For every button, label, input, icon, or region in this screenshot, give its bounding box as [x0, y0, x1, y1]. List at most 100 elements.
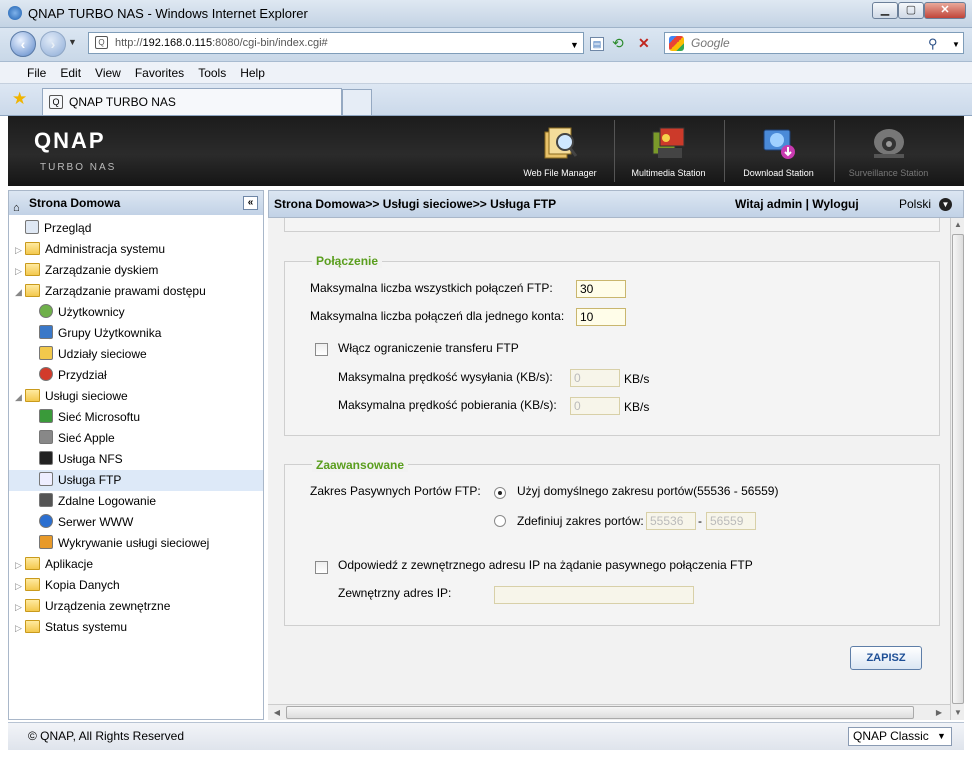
language-selector[interactable]: Polski: [899, 191, 931, 217]
scroll-up-icon[interactable]: ▲: [951, 218, 965, 232]
download-station-button[interactable]: Download Station: [724, 120, 832, 182]
sidebar-item[interactable]: Udziały sieciowe: [9, 344, 263, 365]
web-file-manager-label: Web File Manager: [523, 168, 597, 178]
menu-help[interactable]: Help: [233, 62, 272, 80]
folder-icon: [25, 599, 40, 612]
url-dropdown-icon[interactable]: ▼: [570, 40, 579, 50]
url-field[interactable]: Q http://192.168.0.115:8080/cgi-bin/inde…: [88, 32, 584, 54]
save-button[interactable]: ZAPISZ: [850, 646, 922, 670]
search-icon[interactable]: ⚲: [928, 36, 938, 52]
transfer-limit-label: Włącz ograniczenie transferu FTP: [338, 341, 519, 355]
expand-toggle-icon[interactable]: ▷: [15, 555, 25, 576]
sidebar-item[interactable]: ▷ Aplikacje: [9, 554, 263, 575]
sidebar-item[interactable]: ▷ Urządzenia zewnętrzne: [9, 596, 263, 617]
favorites-star-icon[interactable]: ★: [12, 89, 27, 109]
close-button[interactable]: ✕: [924, 2, 966, 19]
sidebar-item-label: Przydział: [58, 368, 107, 382]
vertical-scrollbar[interactable]: ▲ ▼: [950, 218, 964, 720]
sidebar-item[interactable]: Serwer WWW: [9, 512, 263, 533]
custom-port-range-radio[interactable]: [494, 515, 506, 527]
forward-button[interactable]: ›: [40, 31, 66, 57]
sidebar-item[interactable]: Przydział: [9, 365, 263, 386]
back-button[interactable]: ‹: [10, 31, 36, 57]
menu-file[interactable]: File: [20, 62, 53, 80]
folder-icon: [25, 242, 40, 255]
collapse-sidebar-button[interactable]: «: [243, 196, 258, 210]
ftp-icon: [39, 472, 53, 486]
sidebar-item[interactable]: Wykrywanie usługi sieciowej: [9, 533, 263, 554]
surveillance-station-label: Surveillance Station: [848, 168, 929, 178]
default-port-range-label: Użyj domyślnego zakresu portów(55536 - 5…: [517, 484, 779, 498]
sidebar-item[interactable]: Sieć Apple: [9, 428, 263, 449]
expand-toggle-icon[interactable]: ▷: [15, 597, 25, 618]
expand-toggle-icon[interactable]: ▷: [15, 240, 25, 261]
external-ip-response-label: Odpowiedź z zewnętrznego adresu IP na żą…: [338, 558, 753, 572]
sidebar-item[interactable]: ◢ Zarządzanie prawami dostępu: [9, 281, 263, 302]
transfer-limit-checkbox[interactable]: [315, 343, 328, 356]
browser-tab[interactable]: Q QNAP TURBO NAS: [42, 88, 342, 115]
expand-toggle-icon[interactable]: ▷: [15, 618, 25, 639]
multimedia-station-button[interactable]: Multimedia Station: [614, 120, 722, 182]
history-dropdown-icon[interactable]: ▼: [68, 37, 77, 47]
scroll-down-icon[interactable]: ▼: [951, 706, 965, 720]
sidebar-item[interactable]: Usługa NFS: [9, 449, 263, 470]
max-account-connections-input[interactable]: 10: [576, 308, 626, 326]
sidebar-item[interactable]: ▷ Zarządzanie dyskiem: [9, 260, 263, 281]
language-dropdown-icon[interactable]: ▼: [939, 198, 952, 211]
vertical-scroll-thumb[interactable]: [952, 234, 964, 704]
max-upload-input[interactable]: 0: [570, 369, 620, 387]
surveillance-station-button[interactable]: Surveillance Station: [834, 120, 942, 182]
stop-icon[interactable]: ✕: [638, 35, 650, 52]
sidebar-item[interactable]: Usługa FTP: [9, 470, 263, 491]
user-greeting-logout[interactable]: Witaj admin | Wyloguj: [735, 191, 859, 217]
external-ip-input[interactable]: [494, 586, 694, 604]
download-station-label: Download Station: [743, 168, 814, 178]
max-all-connections-input[interactable]: 30: [576, 280, 626, 298]
sidebar-item[interactable]: ◢ Usługi sieciowe: [9, 386, 263, 407]
home-icon: ⌂: [13, 202, 20, 214]
port-range-to-input[interactable]: 56559: [706, 512, 756, 530]
sidebar-item[interactable]: ▷ Status systemu: [9, 617, 263, 638]
new-tab-button[interactable]: [342, 89, 372, 115]
menu-favorites[interactable]: Favorites: [128, 62, 191, 80]
sidebar-item[interactable]: Przegląd: [9, 218, 263, 239]
service-discovery-icon: [39, 535, 53, 549]
url-host: 192.168.0.115: [142, 37, 213, 49]
scroll-left-icon[interactable]: ◀: [270, 706, 284, 720]
sidebar-item[interactable]: Sieć Microsoftu: [9, 407, 263, 428]
expand-toggle-icon[interactable]: ◢: [15, 387, 25, 408]
compatibility-icon[interactable]: ▤: [590, 37, 604, 51]
sidebar-item[interactable]: ▷ Kopia Danych: [9, 575, 263, 596]
qnap-header: QNAP TURBO NAS Web File Manager Multimed…: [8, 116, 964, 186]
expand-toggle-icon[interactable]: ▷: [15, 261, 25, 282]
sidebar-item[interactable]: Użytkownicy: [9, 302, 263, 323]
refresh-icon[interactable]: ⟲: [612, 35, 624, 52]
search-dropdown-icon[interactable]: ▼: [952, 40, 960, 49]
sidebar-item[interactable]: Zdalne Logowanie: [9, 491, 263, 512]
sidebar-item[interactable]: Grupy Użytkownika: [9, 323, 263, 344]
expand-toggle-icon[interactable]: ▷: [15, 576, 25, 597]
theme-selector[interactable]: QNAP Classic ▼: [848, 727, 952, 746]
search-input[interactable]: Google: [664, 32, 964, 54]
max-download-input[interactable]: 0: [570, 397, 620, 415]
horizontal-scroll-thumb[interactable]: [286, 706, 914, 719]
default-port-range-radio[interactable]: [494, 487, 506, 499]
scroll-right-icon[interactable]: ▶: [932, 706, 946, 720]
menu-tools[interactable]: Tools: [191, 62, 233, 80]
web-file-manager-button[interactable]: Web File Manager: [506, 120, 614, 182]
minimize-button[interactable]: ▁: [872, 2, 898, 19]
breadcrumb: Strona Domowa>> Usługi sieciowe>> Usługa…: [274, 197, 557, 211]
sidebar-item-label: Wykrywanie usługi sieciowej: [58, 536, 210, 550]
sidebar-item-label: Kopia Danych: [45, 578, 120, 592]
sidebar-item-label: Status systemu: [45, 620, 128, 634]
sidebar-item[interactable]: ▷ Administracja systemu: [9, 239, 263, 260]
external-ip-checkbox[interactable]: [315, 561, 328, 574]
horizontal-scrollbar[interactable]: ◀ ▶: [268, 704, 950, 720]
window-title: QNAP TURBO NAS - Windows Internet Explor…: [28, 6, 308, 21]
menu-view[interactable]: View: [88, 62, 128, 80]
port-range-from-input[interactable]: 55536: [646, 512, 696, 530]
menu-edit[interactable]: Edit: [53, 62, 88, 80]
web-file-manager-icon: [544, 127, 578, 159]
expand-toggle-icon[interactable]: ◢: [15, 282, 25, 303]
maximize-button[interactable]: ▢: [898, 2, 924, 19]
